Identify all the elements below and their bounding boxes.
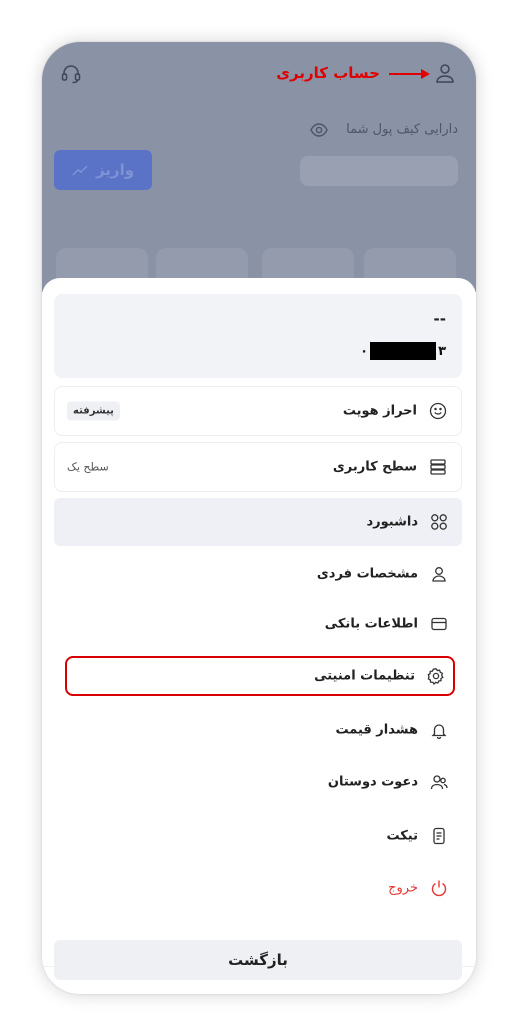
- gear-icon: [427, 667, 445, 686]
- menu-label: تیکت: [386, 828, 418, 844]
- annotation-arrow-icon: [387, 66, 431, 82]
- phone-frame: حساب کاربری دارایی کیف پول شما واریز --: [42, 42, 476, 994]
- menu-item-dashboard[interactable]: داشبورد: [54, 498, 462, 546]
- account-annotation-label: حساب کاربری: [276, 64, 380, 82]
- menu-label: خروج: [388, 880, 418, 896]
- verification-label: احراز هویت: [342, 403, 417, 419]
- menu-item-price-alert[interactable]: هشدار قیمت: [54, 706, 462, 754]
- menu-item-ticket[interactable]: تیکت: [54, 812, 462, 860]
- menu-label: هشدار قیمت: [335, 722, 418, 738]
- smile-icon: [429, 402, 447, 420]
- menu-item-security-settings[interactable]: تنظیمات امنیتی: [65, 656, 455, 696]
- user-icon[interactable]: [434, 62, 456, 84]
- eye-icon[interactable]: [310, 122, 328, 138]
- trend-icon: [72, 164, 88, 176]
- menu-item-logout[interactable]: خروج: [54, 864, 462, 912]
- deposit-button[interactable]: واریز: [54, 150, 152, 190]
- headset-icon[interactable]: [60, 62, 82, 84]
- users-icon: [430, 773, 448, 791]
- layers-icon: [429, 458, 447, 476]
- menu-item-personal-info[interactable]: مشخصات فردی: [54, 550, 462, 598]
- phone-end-digit: ۰: [360, 343, 369, 359]
- menu-label: مشخصات فردی: [316, 566, 418, 582]
- profile-phone: ۰ ۳: [360, 342, 446, 360]
- profile-name: --: [433, 310, 446, 328]
- back-button[interactable]: بازگشت: [54, 940, 462, 980]
- power-icon: [430, 879, 448, 897]
- bell-icon: [430, 721, 448, 740]
- user-level-value: سطح یک: [67, 460, 109, 474]
- user-level-row[interactable]: سطح کاربری سطح یک: [54, 442, 462, 492]
- user-icon: [430, 565, 448, 583]
- menu-label: اطلاعات بانکی: [324, 616, 418, 632]
- verification-badge: پیشرفته: [67, 401, 120, 421]
- phone-start-digit: ۳: [438, 343, 446, 359]
- phone-redaction: [370, 342, 437, 360]
- card-icon: [430, 615, 448, 633]
- balance-placeholder: [300, 156, 458, 186]
- menu-label: دعوت دوستان: [327, 774, 418, 790]
- menu-item-invite-friends[interactable]: دعوت دوستان: [54, 758, 462, 806]
- user-level-label: سطح کاربری: [332, 459, 417, 475]
- ticket-icon: [430, 827, 448, 845]
- deposit-label: واریز: [95, 161, 135, 179]
- menu-label: تنظیمات امنیتی: [314, 668, 415, 684]
- menu-label: داشبورد: [366, 514, 418, 530]
- menu-item-bank-info[interactable]: اطلاعات بانکی: [54, 600, 462, 648]
- wallet-assets-label: دارایی کیف پول شما: [346, 122, 458, 137]
- verification-row[interactable]: احراز هویت پیشرفته: [54, 386, 462, 436]
- account-menu-sheet: -- ۰ ۳ احراز هویت پیشرفته سطح کاربری سطح…: [42, 278, 476, 994]
- grid-icon: [430, 513, 448, 531]
- profile-card: -- ۰ ۳: [54, 294, 462, 378]
